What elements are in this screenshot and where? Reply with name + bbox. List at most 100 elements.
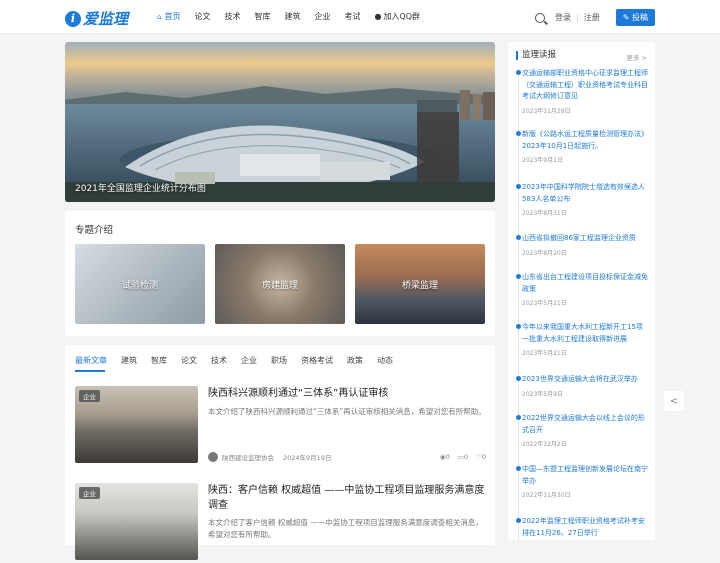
sidebar-news-item[interactable]: 山西省拟撤回86家工程监理企业资质 2023年8月20日 — [516, 233, 648, 257]
nav-home[interactable]: ⌂ 首页 — [157, 11, 180, 22]
divider: | — [576, 13, 579, 22]
news-date: 2023年5月21日 — [522, 350, 567, 357]
news-date: 2023年9月1日 — [522, 157, 563, 164]
feed-tabs: 最新文章 建筑 智库 论文 技术 企业 职场 资格考试 政策 动态 — [75, 355, 407, 366]
news-title[interactable]: 中国—东盟工程监理创新发展论坛在南宁举办 — [522, 464, 648, 487]
news-date: 2022年12月2日 — [522, 441, 567, 448]
article-thumbnail[interactable]: 企业 — [75, 483, 198, 560]
nav-thinktank[interactable]: 智库 — [254, 11, 270, 22]
tab-exam[interactable]: 资格考试 — [301, 355, 333, 366]
author-avatar[interactable] — [208, 452, 218, 462]
news-title[interactable]: 2022年监理工程师职业资格考试补考安排在11月26、27日举行 — [522, 516, 648, 539]
tab-latest[interactable]: 最新文章 — [75, 355, 107, 366]
nav-exam[interactable]: 考试 — [344, 11, 360, 22]
article-title[interactable]: 陕西：客户信赖 权威超值 ——中监协工程项目监理服务满意度调查 — [208, 483, 488, 513]
sidebar-news-item[interactable]: 今年以来我国重大水利工程新开工15项 一批重大水利工程建设取得新进展 2023年5… — [516, 322, 648, 357]
sidebar-news-item[interactable]: 中国—东盟工程监理创新发展论坛在南宁举办 2022年11月30日 — [516, 464, 648, 499]
tab-thinktank[interactable]: 智库 — [151, 355, 167, 366]
article-item[interactable]: 企业 陕西科兴源顺利通过“三体系”再认证审核 本文介绍了陕西科兴源顺利通过“三体… — [75, 386, 488, 466]
timeline-dot — [516, 518, 521, 523]
news-title[interactable]: 山东省出台工程建设项目投标保证金减免政策 — [522, 272, 648, 295]
hero-caption: 2021年全国监理企业统计分布图 — [75, 184, 206, 194]
more-link[interactable]: 更多 > — [626, 52, 647, 62]
timeline-dot — [516, 415, 521, 420]
tab-career[interactable]: 职场 — [271, 355, 287, 366]
nav-building[interactable]: 建筑 — [284, 11, 300, 22]
topic-tile-bridge[interactable]: 桥梁监理 — [355, 244, 485, 324]
news-title[interactable]: 2023世界交通运输大会将在武汉举办 — [522, 374, 648, 386]
category-tag[interactable]: 企业 — [79, 487, 100, 499]
logo-mark-icon: i — [65, 10, 81, 27]
tab-building[interactable]: 建筑 — [121, 355, 137, 366]
timeline-dot — [516, 274, 521, 279]
tab-policy[interactable]: 政策 — [347, 355, 363, 366]
news-title[interactable]: 今年以来我国重大水利工程新开工15项 一批重大水利工程建设取得新进展 — [522, 322, 648, 345]
news-date: 2023年5月21日 — [522, 300, 567, 307]
timeline-dot — [516, 466, 521, 471]
logo-text: 爱监理 — [83, 10, 129, 28]
site-header: i 爱监理 ⌂ 首页 论文 技术 智库 建筑 企业 考试 ● 加入QQ群 登录 | … — [0, 0, 720, 34]
views-count: 0 — [445, 453, 450, 461]
news-title[interactable]: 新版《公路水运工程质量检测管理办法》2023年10月1日起施行。 — [522, 129, 648, 152]
author-name[interactable]: 陕西建设监理协会 — [222, 452, 274, 462]
nav-tech[interactable]: 技术 — [224, 11, 240, 22]
timeline-dot — [516, 184, 521, 189]
timeline-dot — [516, 131, 521, 136]
hero-image — [65, 42, 495, 202]
news-date: 2023年11月29日 — [522, 107, 571, 115]
article-item[interactable]: 企业 陕西：客户信赖 权威超值 ——中监协工程项目监理服务满意度调查 本文介绍了… — [75, 483, 485, 563]
news-title[interactable]: 2023年中国科学院院士增选有效候选人583人名单公布 — [522, 182, 648, 205]
nav-enterprise[interactable]: 企业 — [314, 11, 330, 22]
article-excerpt: 本文介绍了客户信赖 权威超值 ——中监协工程项目监理服务满意度调查相关消息，希望… — [208, 518, 483, 539]
topic-tile-label: 房建监理 — [261, 280, 298, 291]
search-icon[interactable] — [535, 12, 546, 23]
login-link[interactable]: 登录 — [555, 12, 571, 23]
news-title[interactable]: 山西省拟撤回86家工程监理企业资质 — [522, 233, 648, 245]
sidebar-news-item[interactable]: 2023年中国科学院院士增选有效候选人583人名单公布 2023年8月31日 — [516, 182, 648, 217]
news-title[interactable]: 交通运输部职业资格中心征求监理工程师（交通运输工程）职业资格考试专业科目考试大纲… — [522, 68, 648, 103]
topic-tile-testing[interactable]: 试验检测 — [75, 244, 205, 324]
article-thumbnail[interactable]: 企业 — [75, 386, 198, 463]
news-sidebar: 监理读报 更多 > 交通运输部职业资格中心征求监理工程师（交通运输工程）职业资格… — [508, 42, 655, 540]
topics-card: 专题介绍 试验检测 房建监理 桥梁监理 — [65, 211, 495, 336]
post-button[interactable]: ✎ 投稿 — [615, 9, 655, 26]
timeline-dot — [516, 324, 521, 329]
news-title[interactable]: 2022世界交通运输大会以线上会议的形式召开 — [522, 413, 648, 436]
sidebar-news-item[interactable]: 2022年监理工程师职业资格考试补考安排在11月26、27日举行 — [516, 516, 648, 539]
article-date: 2024年9月19日 — [283, 454, 332, 462]
qq-icon: ● — [374, 12, 382, 21]
nav-papers[interactable]: 论文 — [194, 11, 210, 22]
sidebar-news-item[interactable]: 山东省出台工程建设项目投标保证金减免政策 2023年5月21日 — [516, 272, 648, 307]
tab-enterprise[interactable]: 企业 — [241, 355, 257, 366]
news-date: 2023年5月9日 — [522, 390, 563, 398]
nav-qq-group[interactable]: ● 加入QQ群 — [374, 11, 420, 22]
sidebar-news-item[interactable]: 交通运输部职业资格中心征求监理工程师（交通运输工程）职业资格考试专业科目考试大纲… — [516, 68, 648, 115]
timeline-dot — [516, 235, 521, 240]
active-tab-indicator — [75, 370, 105, 372]
tab-tech[interactable]: 技术 — [211, 355, 227, 366]
sidebar-title: 监理读报 — [516, 51, 556, 60]
tab-news[interactable]: 动态 — [377, 355, 393, 366]
article-title[interactable]: 陕西科兴源顺利通过“三体系”再认证审核 — [208, 386, 488, 401]
sidebar-news-item[interactable]: 2023世界交通运输大会将在武汉举办 2023年5月9日 — [516, 374, 648, 398]
main-nav: ⌂ 首页 论文 技术 智库 建筑 企业 考试 ● 加入QQ群 — [157, 11, 434, 22]
news-date: 2023年8月31日 — [522, 210, 567, 217]
site-logo[interactable]: i 爱监理 — [65, 8, 128, 29]
timeline-dot — [516, 376, 521, 381]
article-meta: 陕西建设监理协会 2024年9月19日 ◉ 0 ▭ 0 ♡ 0 — [208, 452, 486, 462]
timeline-dot — [516, 70, 521, 75]
edit-icon: ✎ — [622, 13, 632, 22]
hero-banner[interactable]: 2021年全国监理企业统计分布图 — [65, 42, 495, 202]
comments-count: 0 — [463, 453, 469, 461]
sidebar-news-item[interactable]: 新版《公路水运工程质量检测管理办法》2023年10月1日起施行。 2023年9月1… — [516, 129, 648, 164]
tab-papers[interactable]: 论文 — [181, 355, 197, 366]
category-tag[interactable]: 企业 — [79, 390, 100, 402]
register-link[interactable]: 注册 — [584, 12, 600, 23]
topic-tile-label: 试验检测 — [121, 280, 158, 291]
sidebar-news-item[interactable]: 2022世界交通运输大会以线上会议的形式召开 2022年12月2日 — [516, 413, 648, 448]
share-icon[interactable]: < — [664, 391, 684, 411]
home-icon: ⌂ — [157, 12, 162, 21]
topic-tile-building[interactable]: 房建监理 — [215, 244, 345, 324]
topic-tile-label: 桥梁监理 — [401, 280, 438, 291]
likes-count: 0 — [481, 453, 486, 461]
